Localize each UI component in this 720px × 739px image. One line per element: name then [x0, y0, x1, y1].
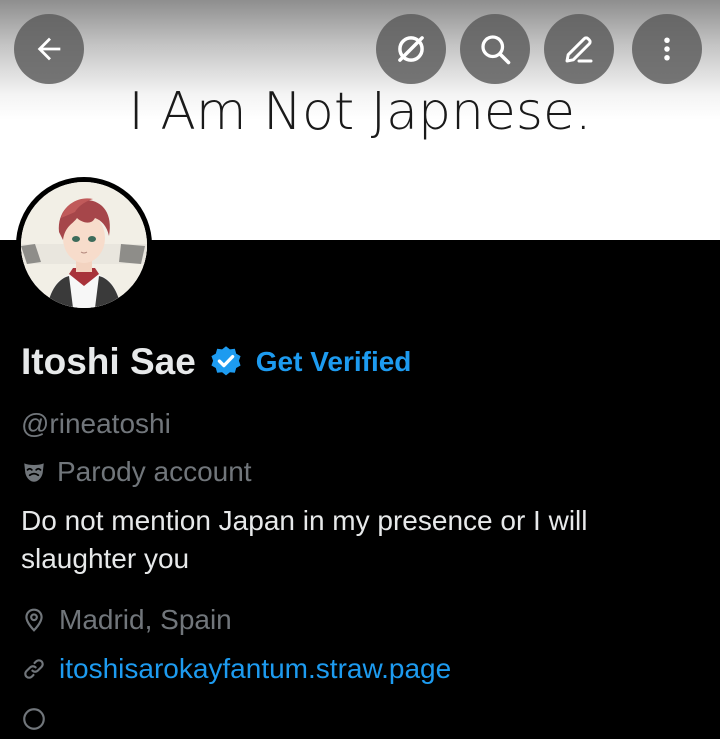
display-name: Itoshi Sae — [21, 341, 196, 382]
verified-badge-icon[interactable] — [208, 344, 244, 380]
parody-label: Parody account — [21, 452, 701, 492]
edit-button[interactable] — [544, 14, 614, 84]
website-row: itoshisarokayfantum.straw.page — [21, 649, 701, 689]
location-pin-icon — [25, 608, 43, 632]
location-row: Madrid, Spain — [21, 600, 701, 640]
grok-icon — [398, 36, 424, 62]
get-verified-link[interactable]: Get Verified — [256, 346, 412, 378]
banner-text: I Am Not Japnese. — [128, 82, 592, 142]
parody-mask-icon — [24, 463, 44, 482]
pencil-icon — [565, 36, 593, 63]
more-vertical-icon — [664, 37, 670, 61]
calendar-icon — [23, 708, 45, 730]
grok-button[interactable] — [376, 14, 446, 84]
search-icon — [481, 35, 511, 65]
next-meta-row — [21, 699, 701, 739]
back-button[interactable] — [14, 14, 84, 84]
bio: Do not mention Japan in my presence or I… — [21, 505, 588, 574]
avatar-image — [21, 182, 147, 308]
profile-info: Itoshi Sae Get Verified @rineatoshi Paro… — [21, 330, 701, 739]
name-row: Itoshi Sae Get Verified — [21, 330, 701, 394]
avatar[interactable] — [16, 177, 152, 313]
link-icon — [24, 659, 44, 679]
parody-text: Parody account — [57, 456, 252, 487]
user-handle: @rineatoshi — [21, 408, 171, 439]
arrow-left-icon — [37, 37, 61, 61]
more-options-button[interactable] — [632, 14, 702, 84]
location-text: Madrid, Spain — [59, 604, 232, 635]
search-button[interactable] — [460, 14, 530, 84]
website-link[interactable]: itoshisarokayfantum.straw.page — [59, 649, 451, 689]
